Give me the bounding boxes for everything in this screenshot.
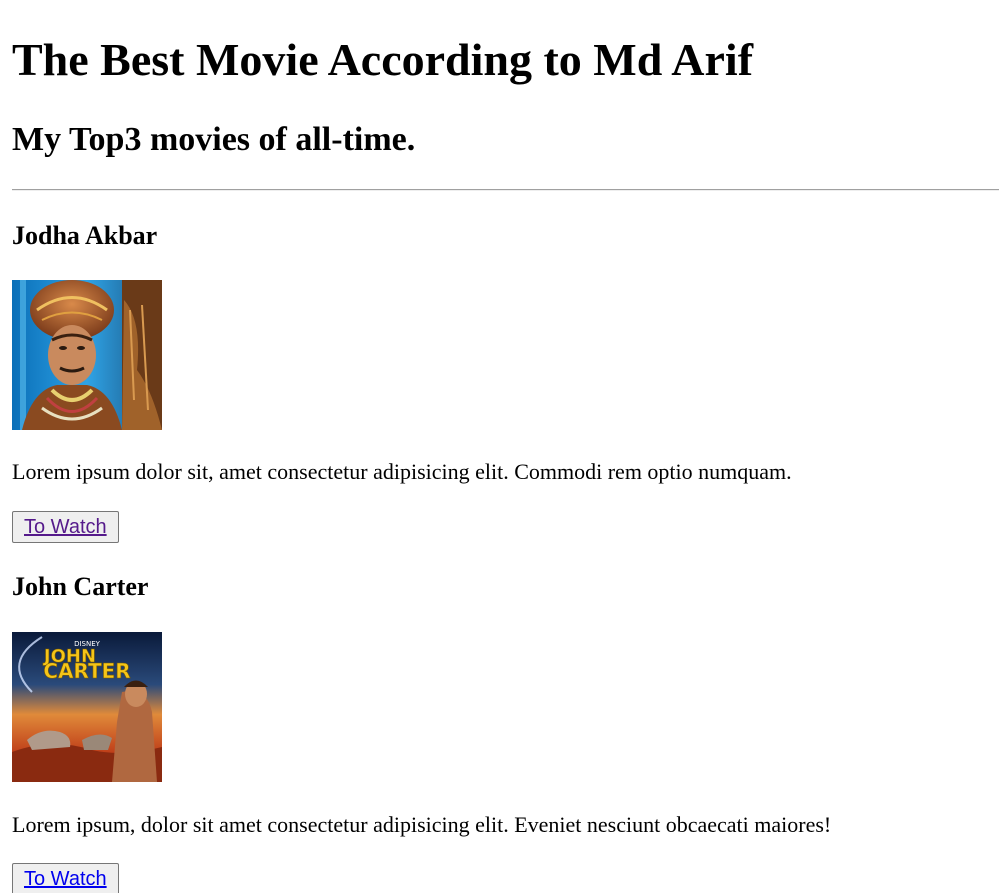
divider <box>12 189 999 191</box>
to-watch-button[interactable]: To Watch <box>12 863 119 893</box>
movie-title: John Carter <box>12 572 149 601</box>
movie-title: Jodha Akbar <box>12 221 158 250</box>
to-watch-link[interactable]: To Watch <box>24 868 107 890</box>
movie-description: Lorem ipsum dolor sit, amet consectetur … <box>12 459 792 484</box>
movie-poster-image <box>12 280 162 430</box>
to-watch-button[interactable]: To Watch <box>12 511 119 543</box>
page-title: The Best Movie According to Md Arif <box>12 34 754 85</box>
movie-poster-image: DISNEY JOHN CARTER <box>12 632 162 782</box>
page-subtitle: My Top3 movies of all-time. <box>12 121 416 158</box>
poster-title-line2: CARTER <box>43 659 130 683</box>
to-watch-link[interactable]: To Watch <box>24 516 107 538</box>
movie-description: Lorem ipsum, dolor sit amet consectetur … <box>12 812 832 837</box>
